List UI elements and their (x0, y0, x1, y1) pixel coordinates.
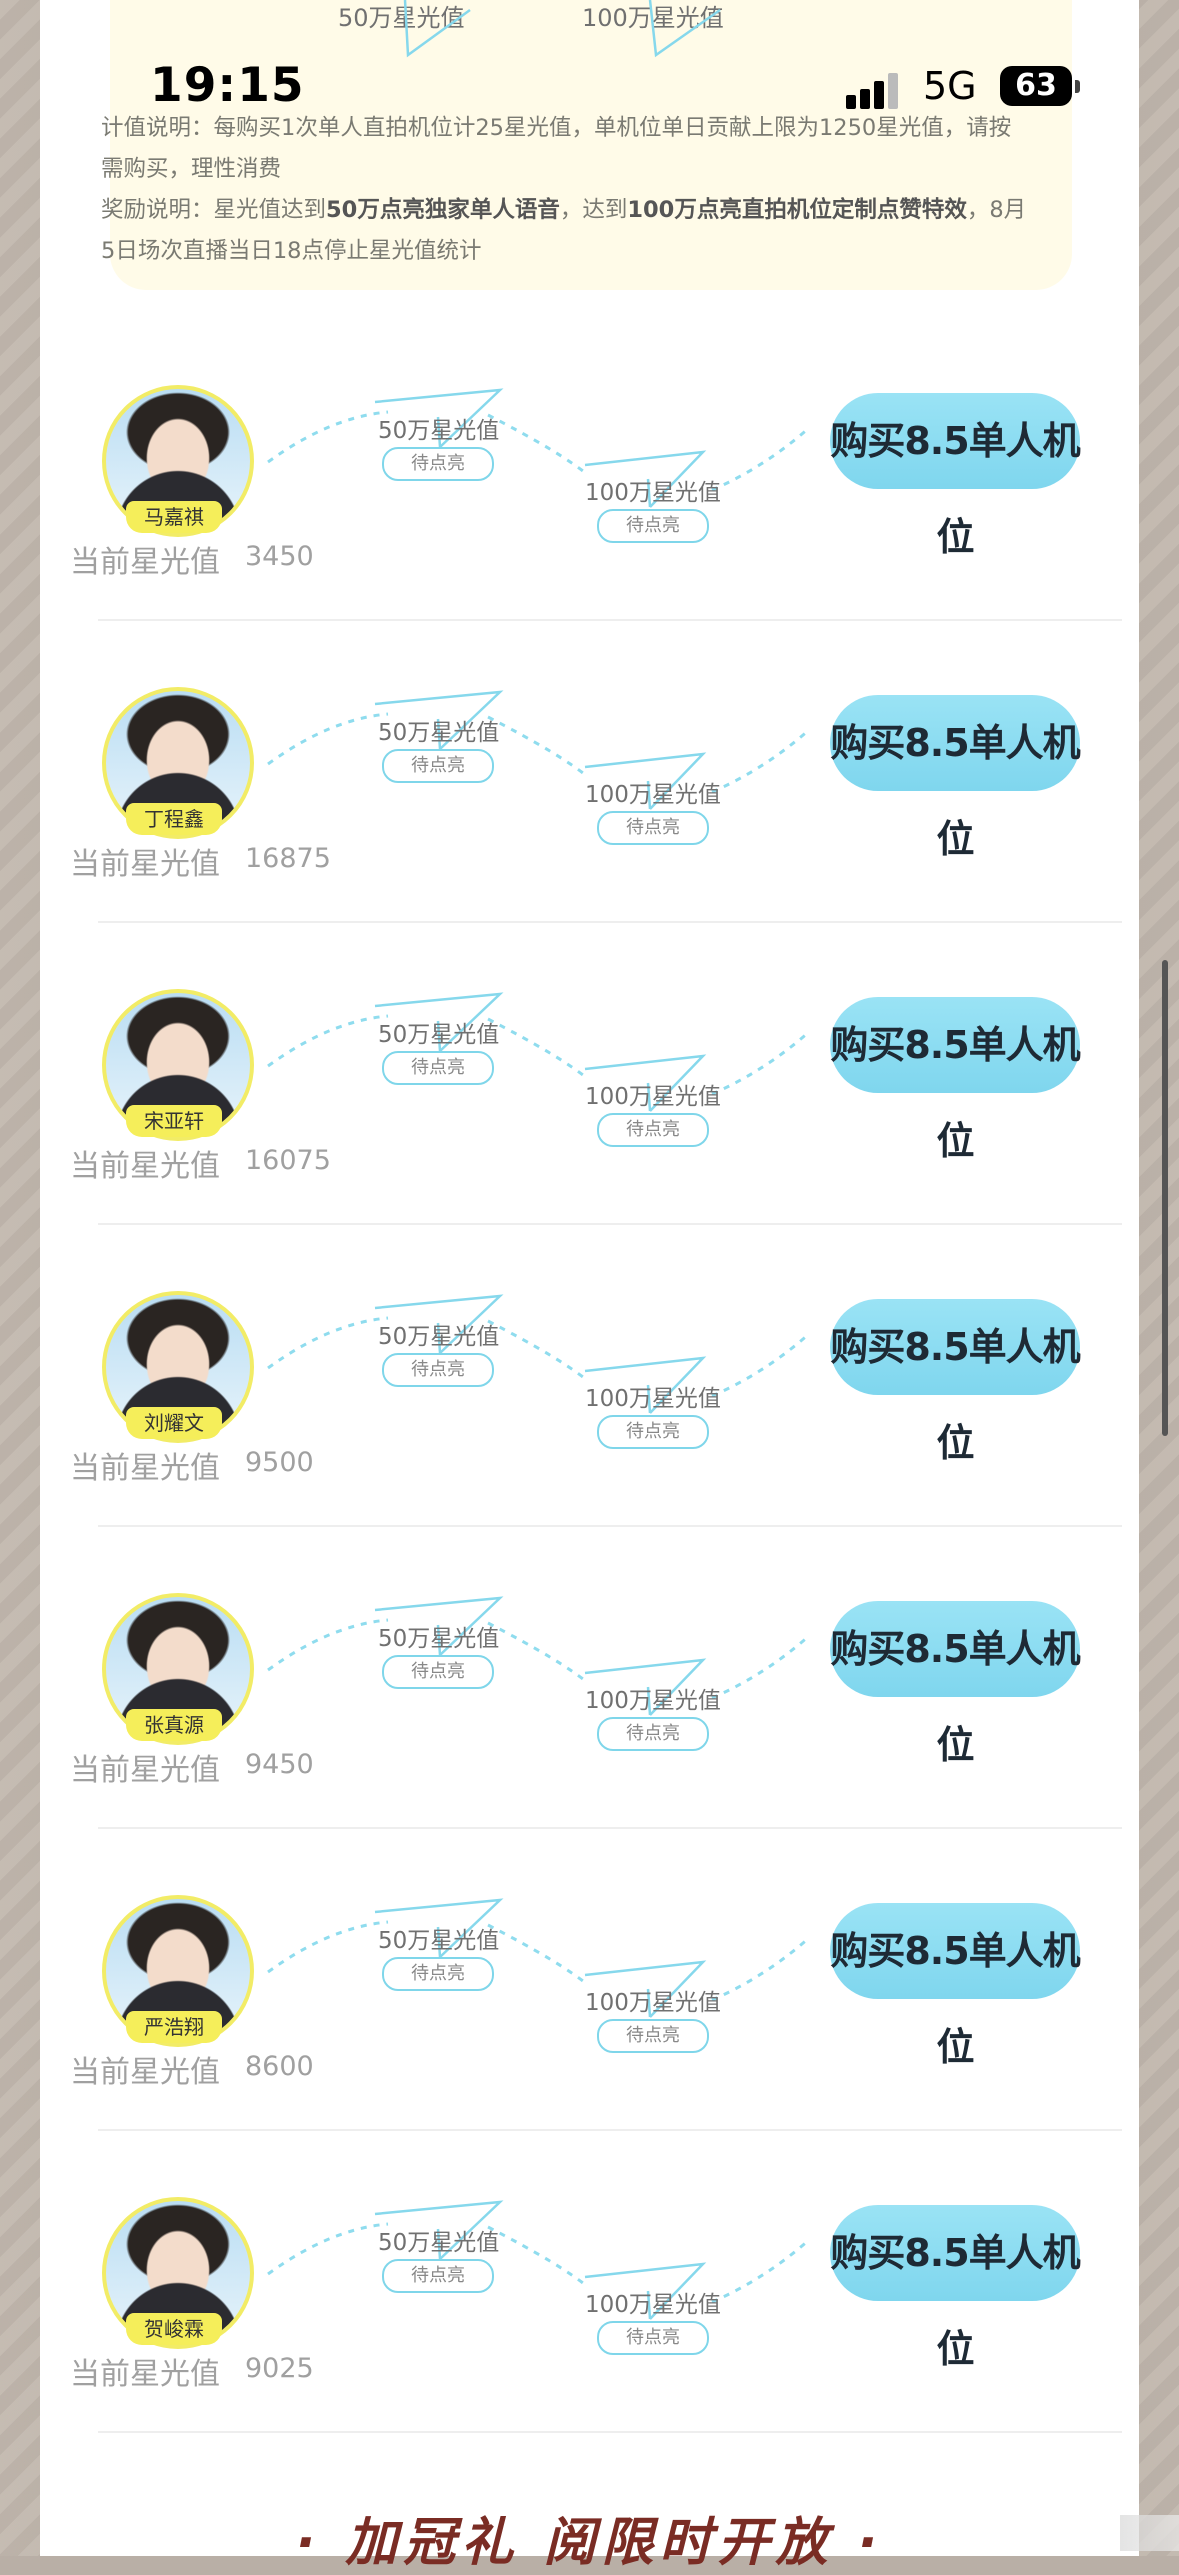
current-value: 9450 (245, 1749, 314, 1780)
member-row: 刘耀文 当前星光值 9500 50万星光值 待点亮 100万星光值 待点亮 购买… (40, 1263, 1139, 1565)
milestone-50-status: 待点亮 (382, 749, 494, 783)
buy-camera-button[interactable]: 购买8.5单人机位 (830, 2205, 1081, 2371)
milestone-100-status: 待点亮 (597, 509, 709, 543)
milestone-100-status: 待点亮 (597, 1113, 709, 1147)
status-bar: 19:15 5G 63 (0, 0, 1179, 170)
scrollbar[interactable] (1162, 960, 1168, 1436)
current-value-label: 当前星光值 (70, 2055, 220, 2090)
buy-camera-button[interactable]: 购买8.5单人机位 (830, 695, 1081, 861)
divider (98, 2431, 1122, 2433)
buy-camera-button[interactable]: 购买8.5单人机位 (830, 1601, 1081, 1767)
milestone-50-label: 50万星光值 (378, 720, 500, 746)
current-value-label: 当前星光值 (70, 1149, 220, 1184)
divider (98, 1223, 1122, 1225)
divider (98, 1525, 1122, 1527)
current-value: 16875 (245, 843, 331, 874)
divider (98, 2129, 1122, 2131)
milestone-100-label: 100万星光值 (585, 782, 721, 808)
member-name-tag: 刘耀文 (126, 1407, 222, 1439)
member-row: 马嘉祺 当前星光值 3450 50万星光值 待点亮 100万星光值 待点亮 购买… (40, 357, 1139, 659)
milestone-50-label: 50万星光值 (378, 2230, 500, 2256)
divider (98, 619, 1122, 621)
milestone-100-label: 100万星光值 (585, 1386, 721, 1412)
current-value-label: 当前星光值 (70, 2357, 220, 2392)
milestone-100-label: 100万星光值 (585, 1688, 721, 1714)
member-name-tag: 宋亚轩 (126, 1105, 222, 1137)
milestone-50-status: 待点亮 (382, 1957, 494, 1991)
milestone-50-label: 50万星光值 (378, 1928, 500, 1954)
current-value: 16075 (245, 1145, 331, 1176)
milestone-100-status: 待点亮 (597, 2321, 709, 2355)
milestone-100-status: 待点亮 (597, 1415, 709, 1449)
buy-camera-button[interactable]: 购买8.5单人机位 (830, 1903, 1081, 2069)
buy-camera-button[interactable]: 购买8.5单人机位 (830, 997, 1081, 1163)
milestone-50-status: 待点亮 (382, 1655, 494, 1689)
member-name-tag: 马嘉祺 (126, 501, 222, 533)
reward-explanation: 奖励说明：星光值达到50万点亮独家单人语音，达到100万点亮直拍机位定制点赞特效… (101, 197, 1027, 264)
milestone-50-status: 待点亮 (382, 1353, 494, 1387)
current-value: 8600 (245, 2051, 314, 2082)
member-row: 丁程鑫 当前星光值 16875 50万星光值 待点亮 100万星光值 待点亮 购… (40, 659, 1139, 961)
divider (98, 1827, 1122, 1829)
member-row: 张真源 当前星光值 9450 50万星光值 待点亮 100万星光值 待点亮 购买… (40, 1565, 1139, 1867)
section-title: · 加冠礼 阅限时开放 · (295, 2513, 884, 2573)
milestone-50-label: 50万星光值 (378, 1022, 500, 1048)
member-row: 宋亚轩 当前星光值 16075 50万星光值 待点亮 100万星光值 待点亮 购… (40, 961, 1139, 1263)
battery-icon: 63 (1000, 66, 1072, 106)
watermark (1120, 2515, 1179, 2551)
milestone-100-label: 100万星光值 (585, 1084, 721, 1110)
member-name-tag: 严浩翔 (126, 2011, 222, 2043)
member-name-tag: 张真源 (126, 1709, 222, 1741)
buy-camera-button[interactable]: 购买8.5单人机位 (830, 1299, 1081, 1465)
divider (98, 921, 1122, 923)
member-row: 严浩翔 当前星光值 8600 50万星光值 待点亮 100万星光值 待点亮 购买… (40, 1867, 1139, 2169)
current-value-label: 当前星光值 (70, 545, 220, 580)
battery-tip (1075, 80, 1080, 93)
milestone-100-status: 待点亮 (597, 1717, 709, 1751)
current-value-label: 当前星光值 (70, 1451, 220, 1486)
current-value-label: 当前星光值 (70, 1753, 220, 1788)
buy-camera-button[interactable]: 购买8.5单人机位 (830, 393, 1081, 559)
milestone-50-label: 50万星光值 (378, 1324, 500, 1350)
member-name-tag: 贺峻霖 (126, 2313, 222, 2345)
milestone-50-status: 待点亮 (382, 2259, 494, 2293)
clock: 19:15 (150, 58, 305, 113)
milestone-50-label: 50万星光值 (378, 1626, 500, 1652)
network-type: 5G (923, 64, 977, 108)
milestone-100-label: 100万星光值 (585, 2292, 721, 2318)
milestone-100-label: 100万星光值 (585, 1990, 721, 2016)
current-value: 3450 (245, 541, 314, 572)
milestone-50-label: 50万星光值 (378, 418, 500, 444)
milestone-50-status: 待点亮 (382, 447, 494, 481)
milestone-100-status: 待点亮 (597, 811, 709, 845)
milestone-50-status: 待点亮 (382, 1051, 494, 1085)
milestone-100-status: 待点亮 (597, 2019, 709, 2053)
milestone-100-label: 100万星光值 (585, 480, 721, 506)
current-value: 9025 (245, 2353, 314, 2384)
current-value-label: 当前星光值 (70, 847, 220, 882)
current-value: 9500 (245, 1447, 314, 1478)
member-name-tag: 丁程鑫 (126, 803, 222, 835)
member-row: 贺峻霖 当前星光值 9025 50万星光值 待点亮 100万星光值 待点亮 购买… (40, 2169, 1139, 2471)
